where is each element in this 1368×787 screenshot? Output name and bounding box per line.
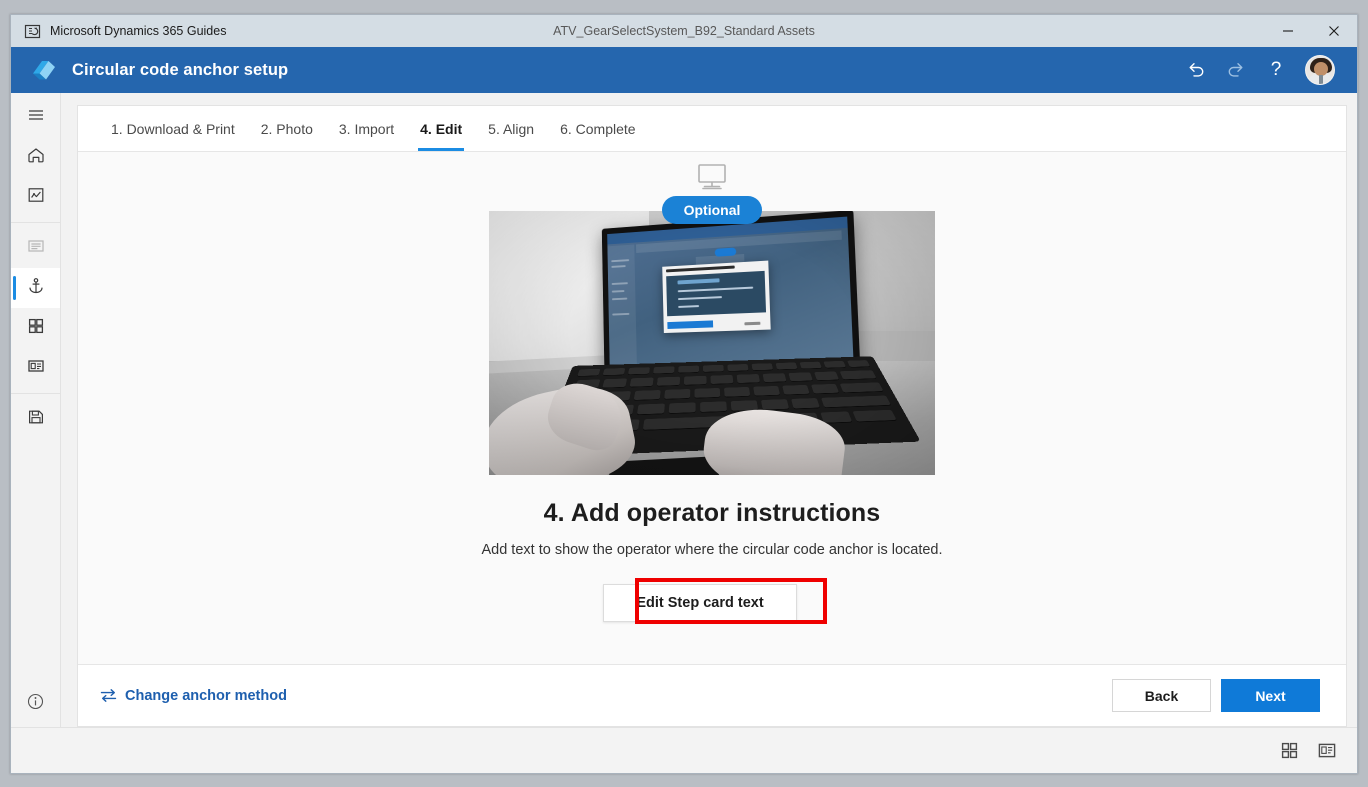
content-area: 1. Download & Print 2. Photo 3. Import 4…: [61, 93, 1357, 727]
sidebar-item-apps[interactable]: [11, 308, 60, 348]
anchor-icon: [26, 276, 46, 301]
body-row: 1. Download & Print 2. Photo 3. Import 4…: [11, 93, 1357, 727]
help-icon[interactable]: ?: [1259, 53, 1293, 87]
card-main: Optional 4. Add operator instructions Ad…: [78, 152, 1346, 664]
info-circle-icon: [26, 692, 45, 716]
edit-step-card-text-button[interactable]: Edit Step card text: [603, 584, 797, 622]
grid-icon: [26, 316, 46, 341]
step-heading: 4. Add operator instructions: [543, 499, 881, 527]
sidebar-divider: [11, 222, 60, 223]
card-icon: [26, 356, 46, 381]
card-view-icon[interactable]: [1315, 739, 1339, 763]
sidebar-item-save[interactable]: [11, 399, 60, 439]
header-actions: ?: [1179, 53, 1335, 87]
sidebar-item-step-card[interactable]: [11, 348, 60, 388]
wizard-card: 1. Download & Print 2. Photo 3. Import 4…: [77, 105, 1347, 727]
change-anchor-method-link[interactable]: Change anchor method: [100, 688, 287, 704]
sidebar-item-analytics[interactable]: [11, 177, 60, 217]
avatar[interactable]: [1305, 55, 1335, 85]
redo-icon[interactable]: [1219, 53, 1253, 87]
sidebar-divider-2: [11, 393, 60, 394]
tab-photo[interactable]: 2. Photo: [248, 106, 326, 151]
app-name: Microsoft Dynamics 365 Guides: [50, 24, 227, 38]
tab-edit[interactable]: 4. Edit: [407, 106, 475, 151]
title-bar: Microsoft Dynamics 365 Guides ATV_GearSe…: [11, 15, 1357, 47]
desktop-monitor-icon: [695, 162, 729, 194]
back-button[interactable]: Back: [1112, 679, 1211, 712]
window-controls: [1265, 15, 1357, 47]
app-window: Microsoft Dynamics 365 Guides ATV_GearSe…: [10, 14, 1358, 774]
app-header: Circular code anchor setup ?: [11, 47, 1357, 93]
sidebar-bottom: [11, 681, 60, 727]
undo-icon[interactable]: [1179, 53, 1213, 87]
close-button[interactable]: [1311, 15, 1357, 47]
change-anchor-method-label: Change anchor method: [125, 687, 287, 704]
guides-cube-logo: [29, 55, 60, 86]
swap-arrows-icon: [100, 688, 117, 703]
footer-buttons: Back Next: [1112, 679, 1320, 712]
status-badge: Optional: [661, 196, 763, 224]
tab-complete[interactable]: 6. Complete: [547, 106, 648, 151]
page-title: Circular code anchor setup: [72, 60, 289, 79]
sidebar-item-home[interactable]: [11, 137, 60, 177]
hamburger-menu-icon: [26, 105, 46, 130]
document-icon: [26, 236, 46, 261]
sidebar-item-info[interactable]: [11, 681, 60, 727]
next-button[interactable]: Next: [1221, 679, 1320, 712]
wizard-tabs: 1. Download & Print 2. Photo 3. Import 4…: [78, 106, 1346, 152]
cta-wrap: Edit Step card text: [603, 578, 828, 626]
sidebar-item-steps[interactable]: [11, 228, 60, 268]
save-icon: [26, 407, 46, 432]
dynamics-guides-icon: [24, 23, 41, 40]
status-bar: [11, 727, 1357, 773]
minimize-button[interactable]: [1265, 15, 1311, 47]
status-bar-icons: [1277, 739, 1339, 763]
tab-import[interactable]: 3. Import: [326, 106, 407, 151]
home-icon: [26, 145, 46, 170]
sidebar-item-menu[interactable]: [11, 97, 60, 137]
instruction-photo: [489, 211, 935, 475]
card-footer: Change anchor method Back Next: [78, 664, 1346, 726]
analytics-icon: [26, 185, 46, 210]
sidebar: [11, 93, 61, 727]
sidebar-item-anchor[interactable]: [11, 268, 60, 308]
step-description: Add text to show the operator where the …: [481, 542, 943, 558]
title-bar-left: Microsoft Dynamics 365 Guides: [11, 23, 226, 40]
tab-download-print[interactable]: 1. Download & Print: [98, 106, 248, 151]
grid-view-icon[interactable]: [1277, 739, 1301, 763]
tab-align[interactable]: 5. Align: [475, 106, 547, 151]
